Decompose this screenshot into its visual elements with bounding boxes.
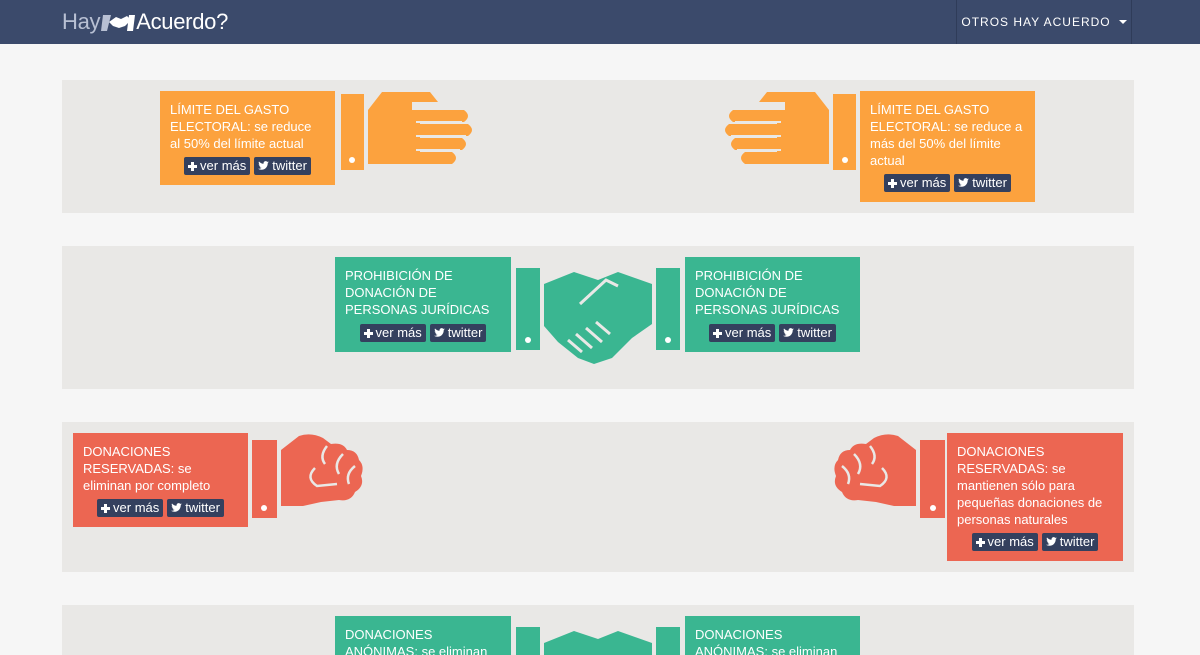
proposal-card-right: PROHIBICIÓN DE DONACIÓN DE PERSONAS JURÍ… (685, 257, 860, 352)
twitter-button[interactable]: twitter (167, 499, 224, 517)
fist-right-icon (252, 434, 363, 518)
twitter-bird-icon (171, 503, 183, 512)
handshake-icon (516, 268, 680, 364)
ver-mas-button[interactable]: ver más (184, 157, 251, 175)
card-text: DONACIONES ANÓNIMAS: se eliminan por com… (345, 627, 488, 655)
proposal-card-left: LÍMITE DEL GASTO ELECTORAL: se reduce al… (160, 91, 335, 185)
card-text: DONACIONES RESERVADAS: se eliminan por c… (83, 444, 211, 493)
twitter-bird-icon (433, 328, 445, 337)
navbar: Hay Acuerdo? OTROS HAY ACUERDO (0, 0, 1200, 44)
proposal-card-right: LÍMITE DEL GASTO ELECTORAL: se reduce a … (860, 91, 1035, 202)
proposal-card-right: DONACIONES RESERVADAS: se mantienen sólo… (947, 433, 1123, 561)
ver-mas-button[interactable]: ver más (971, 533, 1038, 551)
card-text: LÍMITE DEL GASTO ELECTORAL: se reduce a … (870, 102, 1023, 168)
proposal-card-left: DONACIONES RESERVADAS: se eliminan por c… (73, 433, 248, 527)
ver-mas-button[interactable]: ver más (884, 174, 951, 192)
plus-icon (713, 328, 723, 338)
plus-icon (188, 161, 198, 171)
brand-logo[interactable]: Hay Acuerdo? (62, 9, 228, 35)
open-hand-left-icon (725, 92, 856, 170)
card-text: PROHIBICIÓN DE DONACIÓN DE PERSONAS JURÍ… (695, 268, 840, 317)
fist-left-icon (834, 434, 945, 518)
card-text: PROHIBICIÓN DE DONACIÓN DE PERSONAS JURÍ… (345, 268, 490, 317)
twitter-button[interactable]: twitter (779, 324, 836, 342)
twitter-button[interactable]: twitter (429, 324, 487, 342)
card-text: LÍMITE DEL GASTO ELECTORAL: se reduce al… (170, 102, 312, 151)
twitter-bird-icon (783, 328, 795, 337)
open-hand-right-icon (341, 92, 472, 170)
caret-down-icon (1118, 20, 1127, 24)
card-text: DONACIONES ANÓNIMAS: se eliminan por com… (695, 627, 838, 655)
proposal-card-left: DONACIONES ANÓNIMAS: se eliminan por com… (335, 616, 511, 655)
brand-hay: Hay (62, 9, 101, 34)
otros-hay-acuerdo-dropdown[interactable]: OTROS HAY ACUERDO (956, 0, 1132, 44)
plus-icon (975, 537, 985, 547)
dropdown-label: OTROS HAY ACUERDO (961, 15, 1111, 29)
proposal-card-left: PROHIBICIÓN DE DONACIÓN DE PERSONAS JURÍ… (335, 257, 511, 352)
twitter-button[interactable]: twitter (254, 157, 311, 175)
plus-icon (888, 178, 898, 188)
ver-mas-button[interactable]: ver más (97, 499, 164, 517)
twitter-button[interactable]: twitter (1041, 533, 1099, 551)
twitter-bird-icon (958, 178, 970, 187)
ver-mas-button[interactable]: ver más (709, 324, 776, 342)
brand-acuerdo: Acuerdo? (136, 9, 229, 34)
plus-icon (101, 503, 111, 513)
plus-icon (363, 328, 373, 338)
twitter-bird-icon (258, 161, 270, 170)
proposal-card-right: DONACIONES ANÓNIMAS: se eliminan por com… (685, 616, 860, 655)
twitter-bird-icon (1045, 537, 1057, 546)
twitter-button[interactable]: twitter (954, 174, 1011, 192)
handshake-logo-icon (101, 15, 136, 31)
ver-mas-button[interactable]: ver más (359, 324, 426, 342)
handshake-icon (516, 627, 680, 655)
card-text: DONACIONES RESERVADAS: se mantienen sólo… (957, 444, 1103, 527)
